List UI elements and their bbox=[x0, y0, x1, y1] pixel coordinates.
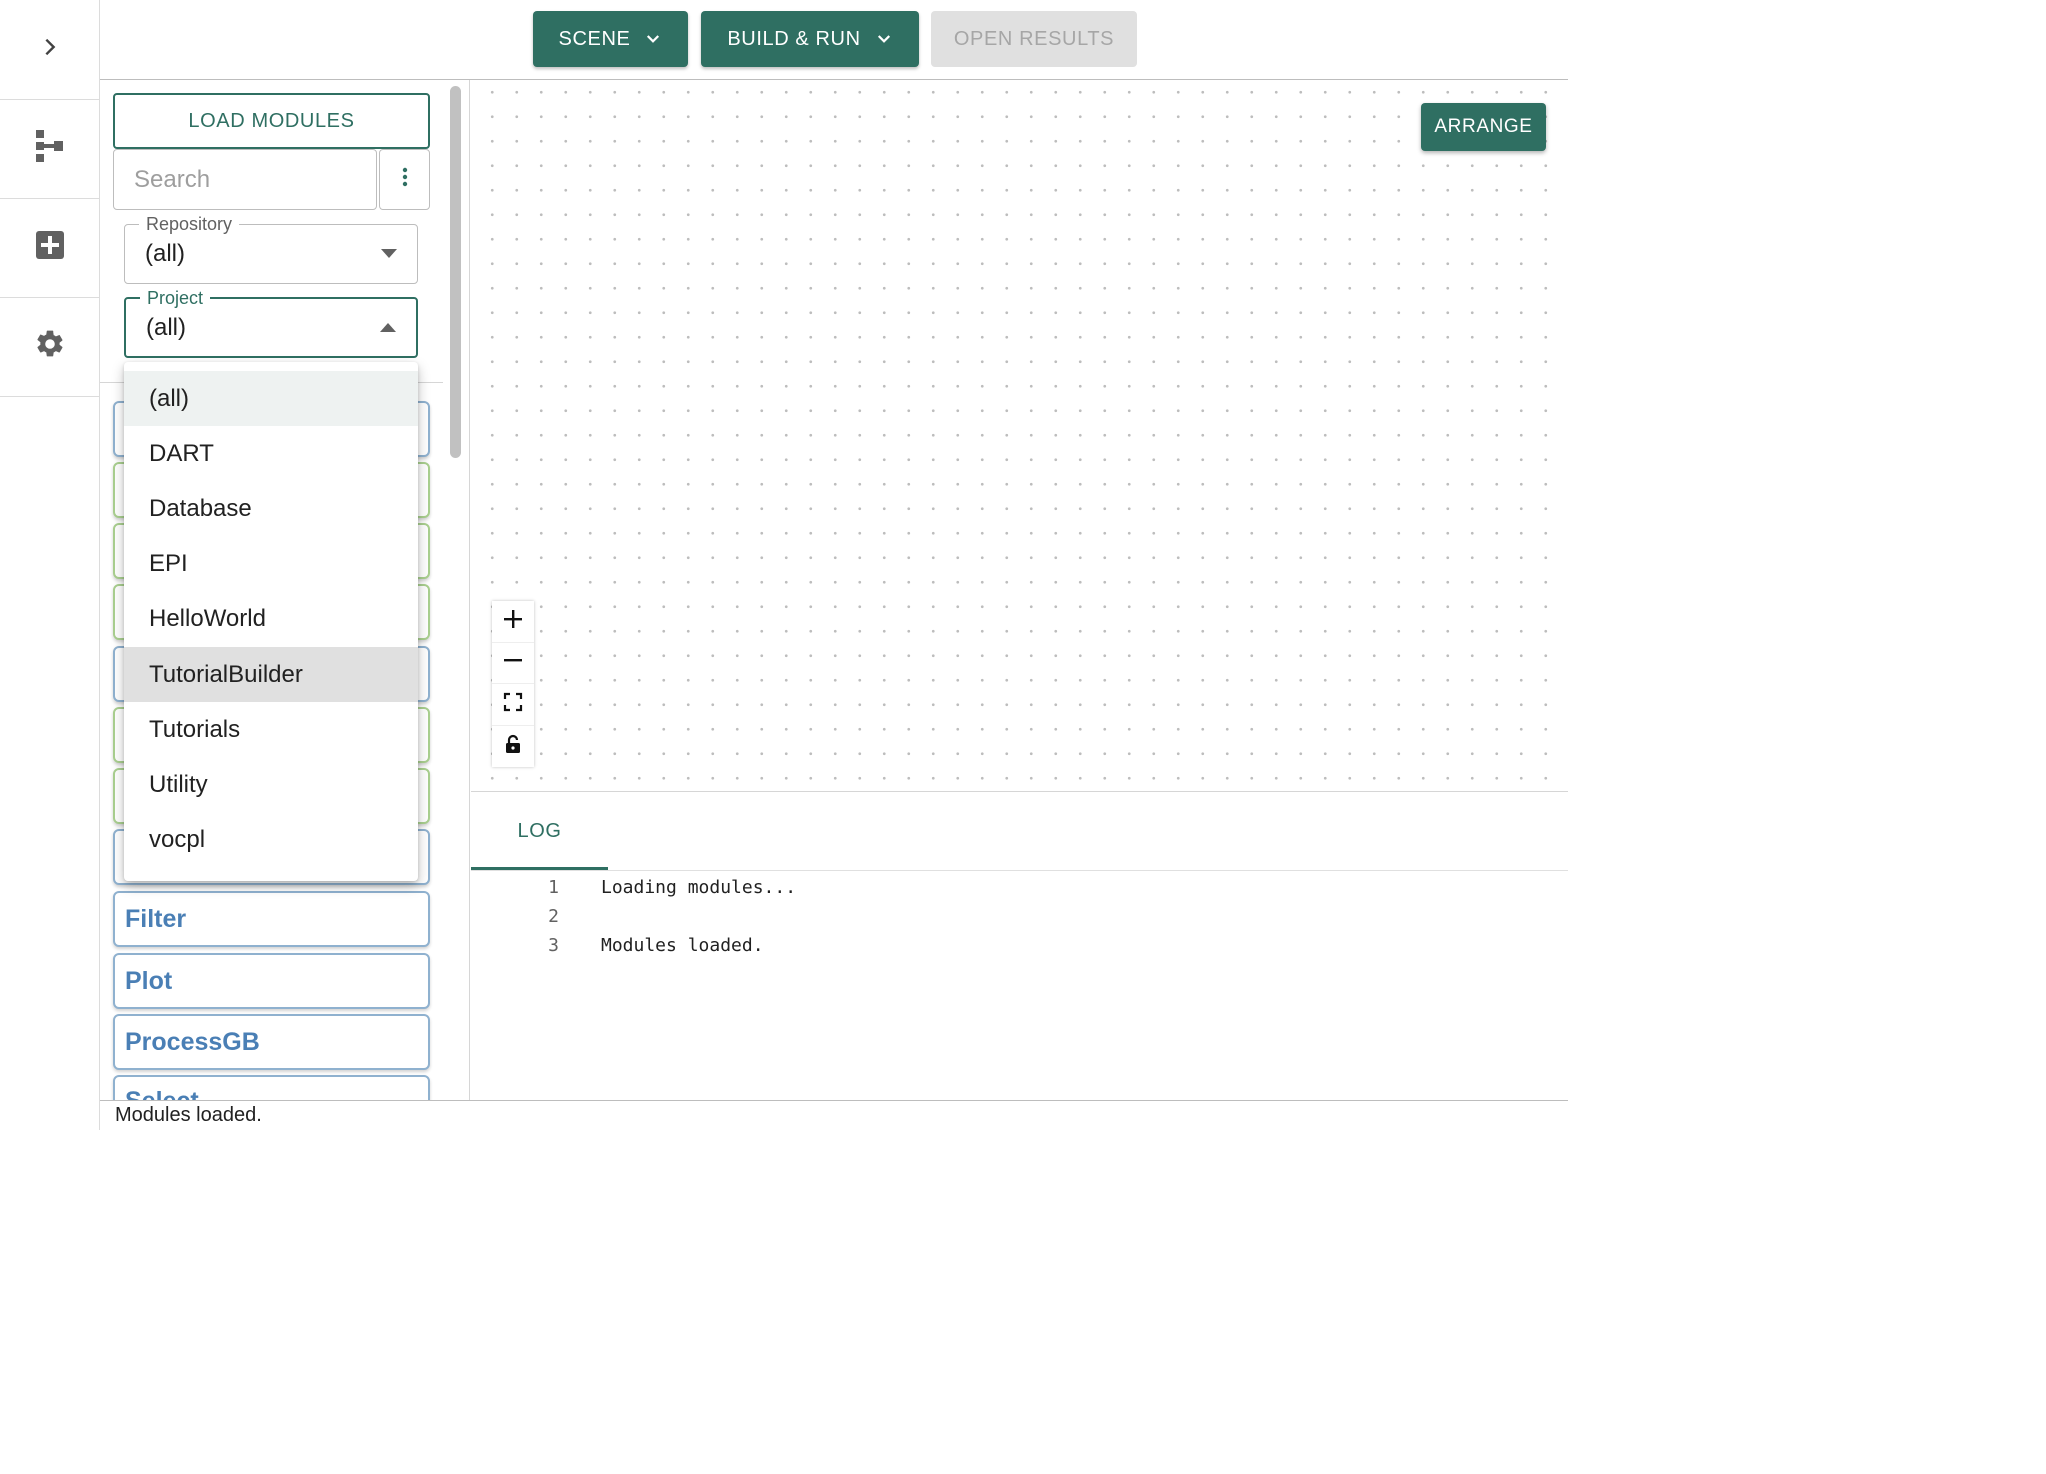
log-line-text: Loading modules... bbox=[601, 877, 797, 898]
tab-divider bbox=[471, 870, 1568, 871]
open-results-button[interactable]: OPEN RESULTS bbox=[931, 11, 1137, 67]
left-rail bbox=[0, 0, 100, 1130]
scrollbar-thumb[interactable] bbox=[450, 86, 461, 458]
option-label: HelloWorld bbox=[149, 604, 266, 632]
lock-button[interactable] bbox=[492, 726, 534, 767]
repository-value: (all) bbox=[145, 240, 185, 267]
arrange-button[interactable]: ARRANGE bbox=[1421, 103, 1546, 151]
scene-menu-button[interactable]: SCENE bbox=[533, 11, 688, 67]
panel-scrollbar[interactable] bbox=[443, 80, 470, 1100]
log-panel: LOG 1 Loading modules... 2 3 Modules loa… bbox=[471, 791, 1568, 1101]
chevron-down-icon bbox=[875, 30, 893, 48]
chevron-right-icon bbox=[39, 36, 61, 63]
gear-icon bbox=[34, 328, 66, 365]
zoom-out-icon bbox=[503, 650, 523, 675]
module-name: Plot bbox=[125, 966, 173, 995]
search-options-button[interactable] bbox=[379, 149, 430, 210]
project-option[interactable]: (all) bbox=[124, 371, 418, 426]
caret-down-icon bbox=[381, 249, 397, 258]
tree-structure-icon bbox=[33, 127, 67, 170]
scene-label: SCENE bbox=[558, 27, 631, 50]
log-line-number: 3 bbox=[548, 935, 559, 956]
scene-canvas[interactable] bbox=[471, 80, 1568, 791]
project-dropdown-menu: (all) DART Database EPI HelloWorld Tutor… bbox=[124, 362, 418, 881]
canvas-controls bbox=[492, 601, 534, 767]
tab-log-label: LOG bbox=[517, 819, 562, 842]
settings-button[interactable] bbox=[0, 297, 99, 397]
project-option[interactable]: DART bbox=[124, 426, 418, 481]
chevron-down-icon bbox=[644, 30, 662, 48]
project-option[interactable]: vocpl bbox=[124, 812, 418, 867]
search-placeholder: Search bbox=[134, 165, 211, 193]
module-card-processgb[interactable]: ProcessGB bbox=[113, 1014, 430, 1070]
expand-rail-button[interactable] bbox=[0, 0, 99, 100]
lock-icon bbox=[504, 734, 522, 759]
option-label: TutorialBuilder bbox=[149, 660, 303, 688]
add-box-icon bbox=[35, 230, 65, 265]
project-value: (all) bbox=[146, 313, 186, 341]
status-text: Modules loaded. bbox=[115, 1104, 262, 1126]
option-label: vocpl bbox=[149, 825, 206, 853]
option-label: (all) bbox=[149, 384, 189, 412]
project-option[interactable]: TutorialBuilder bbox=[124, 647, 418, 702]
zoom-in-button[interactable] bbox=[492, 601, 534, 643]
module-name: ProcessGB bbox=[125, 1027, 260, 1056]
project-option[interactable]: Tutorials bbox=[124, 702, 418, 757]
open-results-label: OPEN RESULTS bbox=[953, 27, 1115, 50]
option-label: Utility bbox=[149, 770, 208, 798]
option-label: DART bbox=[149, 439, 214, 467]
repository-select[interactable]: Repository (all) bbox=[124, 213, 418, 284]
module-card-filter[interactable]: Filter bbox=[113, 891, 430, 947]
arrange-label: ARRANGE bbox=[1434, 116, 1533, 137]
log-line-number: 1 bbox=[548, 877, 559, 898]
status-bar: Modules loaded. bbox=[100, 1100, 1568, 1130]
project-option[interactable]: HelloWorld bbox=[124, 591, 418, 646]
zoom-in-icon bbox=[503, 609, 523, 634]
log-line-text: Modules loaded. bbox=[601, 935, 764, 956]
project-option[interactable]: Database bbox=[124, 481, 418, 536]
project-select[interactable]: Project (all) bbox=[124, 287, 418, 358]
project-option[interactable]: EPI bbox=[124, 536, 418, 591]
module-name: Select bbox=[125, 1087, 199, 1100]
scene-tree-button[interactable] bbox=[0, 99, 99, 199]
option-label: EPI bbox=[149, 549, 188, 577]
load-modules-button[interactable]: LOAD MODULES bbox=[113, 93, 430, 149]
caret-up-icon bbox=[380, 322, 396, 332]
fit-view-icon bbox=[503, 692, 523, 717]
build-run-label: BUILD & RUN bbox=[727, 27, 861, 50]
build-run-menu-button[interactable]: BUILD & RUN bbox=[701, 11, 919, 67]
load-modules-label: LOAD MODULES bbox=[188, 109, 355, 132]
option-label: Database bbox=[149, 494, 252, 522]
module-name: Filter bbox=[125, 904, 187, 933]
more-vert-icon bbox=[401, 166, 409, 193]
log-line-number: 2 bbox=[548, 906, 559, 927]
module-card-plot[interactable]: Plot bbox=[113, 953, 430, 1009]
module-card-select[interactable]: Select bbox=[113, 1075, 430, 1100]
add-module-button[interactable] bbox=[0, 198, 99, 298]
zoom-out-button[interactable] bbox=[492, 642, 534, 684]
project-option[interactable]: Utility bbox=[124, 757, 418, 812]
fit-view-button[interactable] bbox=[492, 684, 534, 726]
tab-log[interactable]: LOG bbox=[471, 792, 608, 870]
search-input[interactable]: Search bbox=[113, 149, 377, 210]
option-label: Tutorials bbox=[149, 715, 241, 743]
